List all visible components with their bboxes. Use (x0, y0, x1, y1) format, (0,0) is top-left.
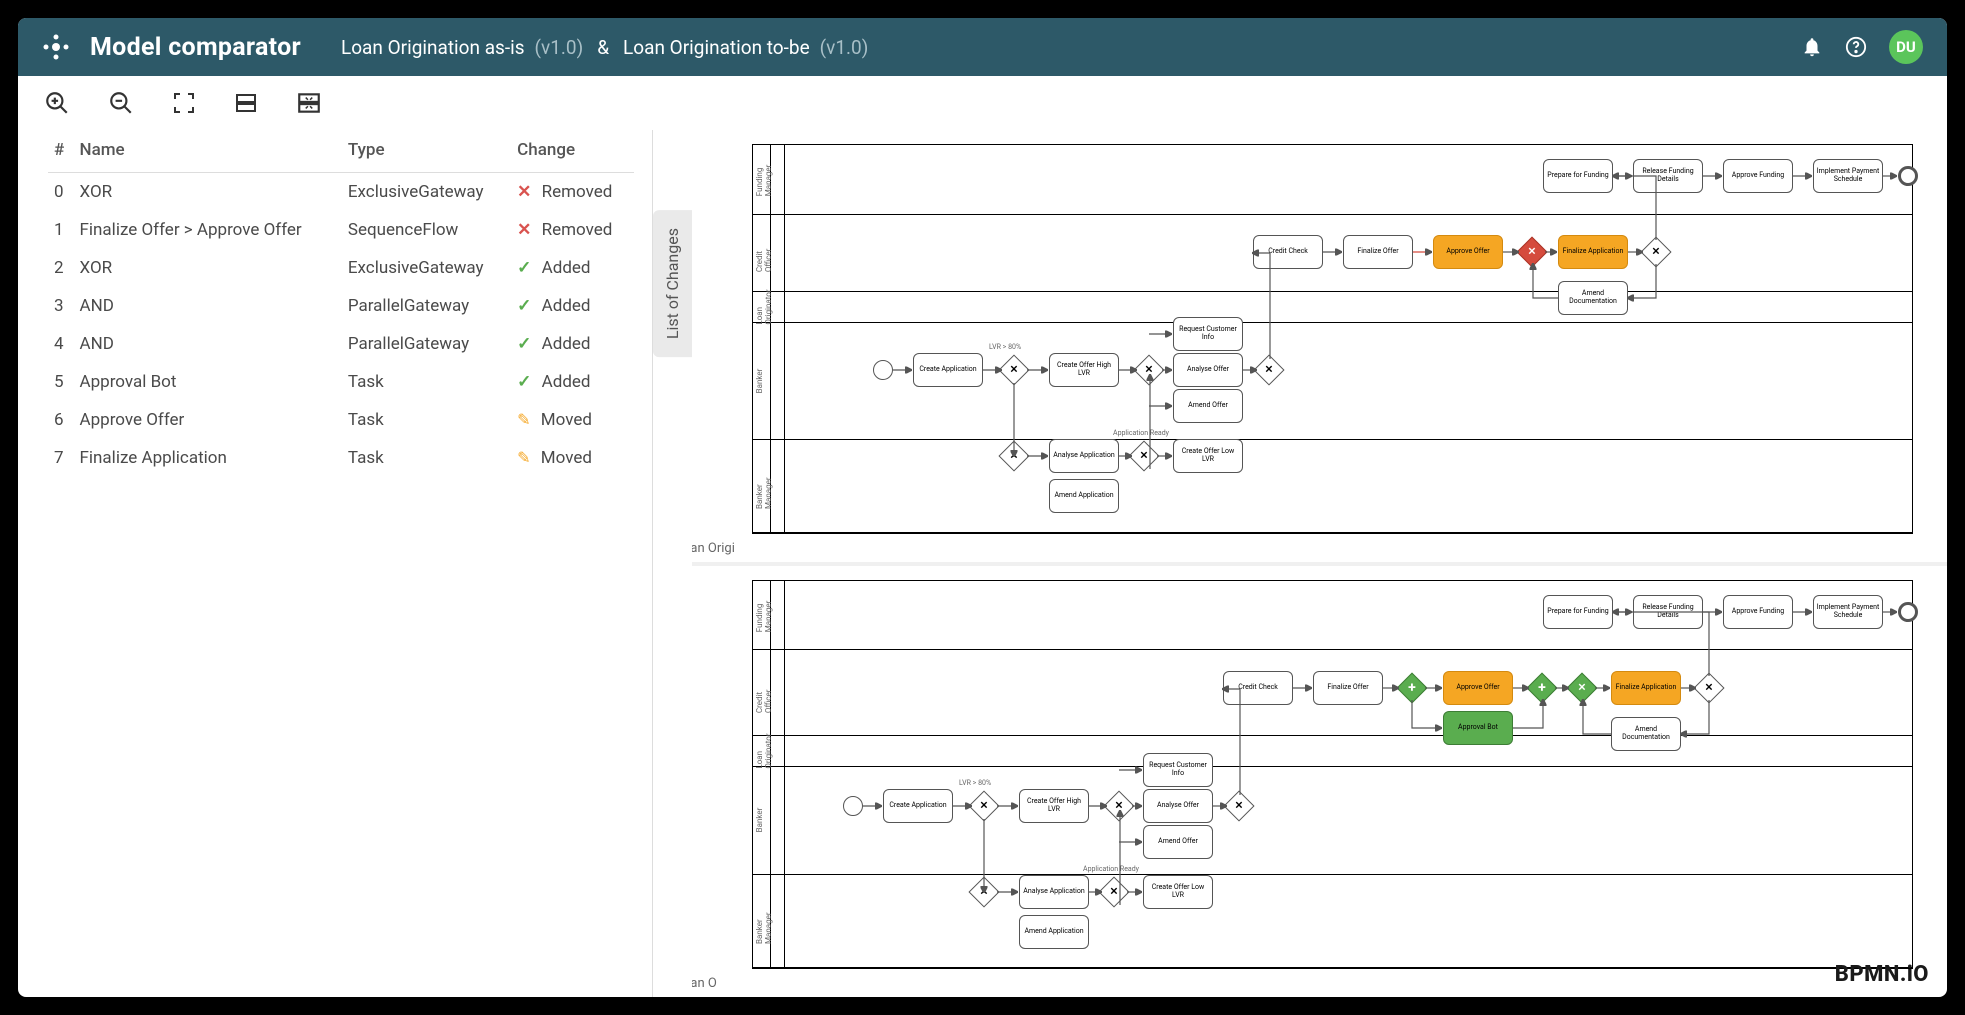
diagram-top[interactable]: Funding Manager Credit Officer Loan Orig… (692, 130, 1947, 566)
zoom-out-icon[interactable] (108, 90, 134, 116)
table-row[interactable]: 4ANDParallelGateway✓ Added (48, 325, 634, 363)
cell-name: Finalize Application (74, 439, 342, 477)
cell-name: XOR (74, 173, 342, 212)
separator: & (597, 36, 609, 59)
cell-name: Approval Bot (74, 363, 342, 401)
cell-type: Task (342, 363, 511, 401)
model-b-name: Loan Origination to-be (623, 36, 810, 59)
cell-idx: 7 (48, 439, 74, 477)
cell-change: ✎ Moved (511, 439, 634, 477)
cell-name: Finalize Offer > Approve Offer (74, 211, 342, 249)
toolbar (18, 76, 1947, 130)
table-row[interactable]: 3ANDParallelGateway✓ Added (48, 287, 634, 325)
moved-icon: ✎ (517, 410, 530, 429)
header-name: Name (74, 130, 342, 173)
table-row[interactable]: 0XORExclusiveGateway✕ Removed (48, 173, 634, 212)
model-b-version: (v1.0) (820, 36, 869, 59)
cell-name: XOR (74, 249, 342, 287)
changes-table: # Name Type Change 0XORExclusiveGateway✕… (48, 130, 634, 477)
header-change: Change (511, 130, 634, 173)
cell-type: ParallelGateway (342, 287, 511, 325)
layout-sync-icon[interactable] (296, 90, 322, 116)
cell-change: ✕ Removed (511, 173, 634, 212)
table-row[interactable]: 7Finalize ApplicationTask✎ Moved (48, 439, 634, 477)
table-row[interactable]: 5Approval BotTask✓ Added (48, 363, 634, 401)
header-actions: DU (1801, 30, 1923, 64)
app-header: Model comparator Loan Origination as-is … (18, 18, 1947, 76)
cell-idx: 3 (48, 287, 74, 325)
bpmn-logo: BPMN.iO (1835, 962, 1929, 987)
pool-label-bottom: Loan O (692, 976, 717, 991)
pool-label-top: Loan Origi (692, 541, 735, 556)
cell-type: ParallelGateway (342, 325, 511, 363)
cell-change: ✓ Added (511, 287, 634, 325)
notifications-icon[interactable] (1801, 36, 1823, 58)
cell-type: Task (342, 439, 511, 477)
cell-change: ✓ Added (511, 363, 634, 401)
cell-idx: 1 (48, 211, 74, 249)
header-type: Type (342, 130, 511, 173)
main-content: # Name Type Change 0XORExclusiveGateway✕… (18, 130, 1947, 997)
removed-icon: ✕ (517, 182, 531, 202)
list-of-changes-tab[interactable]: List of Changes (653, 210, 692, 357)
cell-idx: 4 (48, 325, 74, 363)
layout-stacked-icon[interactable] (234, 91, 258, 115)
cell-idx: 5 (48, 363, 74, 401)
diagram-stack: Funding Manager Credit Officer Loan Orig… (692, 130, 1947, 997)
app-frame: Model comparator Loan Origination as-is … (18, 18, 1947, 997)
zoom-in-icon[interactable] (44, 90, 70, 116)
cell-name: AND (74, 325, 342, 363)
cell-type: SequenceFlow (342, 211, 511, 249)
added-icon: ✓ (517, 258, 531, 278)
cell-name: AND (74, 287, 342, 325)
model-a-name: Loan Origination as-is (341, 36, 525, 59)
removed-icon: ✕ (517, 220, 531, 240)
logo-icon (42, 33, 70, 61)
added-icon: ✓ (517, 296, 531, 316)
diagram-panel: List of Changes Funding Manager Credit O… (652, 130, 1947, 997)
added-icon: ✓ (517, 334, 531, 354)
help-icon[interactable] (1845, 36, 1867, 58)
fullscreen-icon[interactable] (172, 91, 196, 115)
model-a-version: (v1.0) (535, 36, 584, 59)
moved-icon: ✎ (517, 448, 530, 467)
table-row[interactable]: 1Finalize Offer > Approve OfferSequenceF… (48, 211, 634, 249)
cell-name: Approve Offer (74, 401, 342, 439)
cell-change: ✓ Added (511, 325, 634, 363)
added-icon: ✓ (517, 372, 531, 392)
cell-type: ExclusiveGateway (342, 173, 511, 212)
model-info: Loan Origination as-is (v1.0) & Loan Ori… (341, 36, 868, 59)
table-row[interactable]: 2XORExclusiveGateway✓ Added (48, 249, 634, 287)
cell-idx: 6 (48, 401, 74, 439)
app-title: Model comparator (90, 33, 301, 62)
changes-panel: # Name Type Change 0XORExclusiveGateway✕… (18, 130, 652, 997)
cell-type: ExclusiveGateway (342, 249, 511, 287)
table-row[interactable]: 6Approve OfferTask✎ Moved (48, 401, 634, 439)
cell-idx: 2 (48, 249, 74, 287)
diagram-bottom[interactable]: Funding Manager Credit Officer Loan Orig… (692, 566, 1947, 998)
table-header-row: # Name Type Change (48, 130, 634, 173)
cell-type: Task (342, 401, 511, 439)
cell-idx: 0 (48, 173, 74, 212)
header-idx: # (48, 130, 74, 173)
user-avatar[interactable]: DU (1889, 30, 1923, 64)
cell-change: ✎ Moved (511, 401, 634, 439)
pool-top: Funding Manager Credit Officer Loan Orig… (752, 144, 1913, 534)
cell-change: ✓ Added (511, 249, 634, 287)
pool-bottom: Funding Manager Credit Officer Loan Orig… (752, 580, 1913, 970)
cell-change: ✕ Removed (511, 211, 634, 249)
